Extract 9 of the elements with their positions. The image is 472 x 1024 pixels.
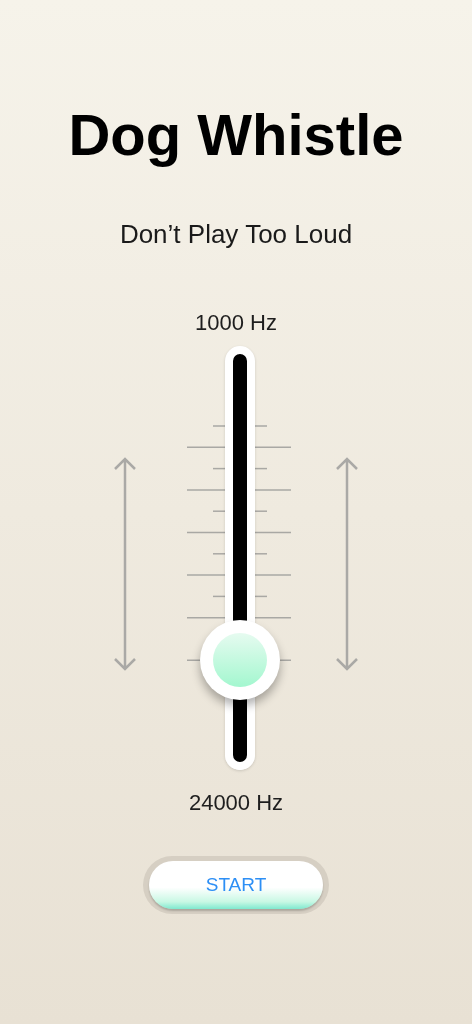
start-button[interactable]: START bbox=[149, 861, 323, 909]
min-frequency-label: 24000 Hz bbox=[188, 790, 284, 816]
app-title: Dog Whistle bbox=[68, 101, 404, 169]
slider-thumb[interactable] bbox=[200, 619, 280, 700]
slider-track[interactable] bbox=[200, 346, 280, 770]
subtitle: Don’t Play Too Loud bbox=[119, 218, 353, 250]
up-down-arrow-icon bbox=[113, 457, 137, 671]
up-down-arrow-icon bbox=[335, 457, 359, 671]
max-frequency-label: 1000 Hz bbox=[195, 310, 277, 336]
